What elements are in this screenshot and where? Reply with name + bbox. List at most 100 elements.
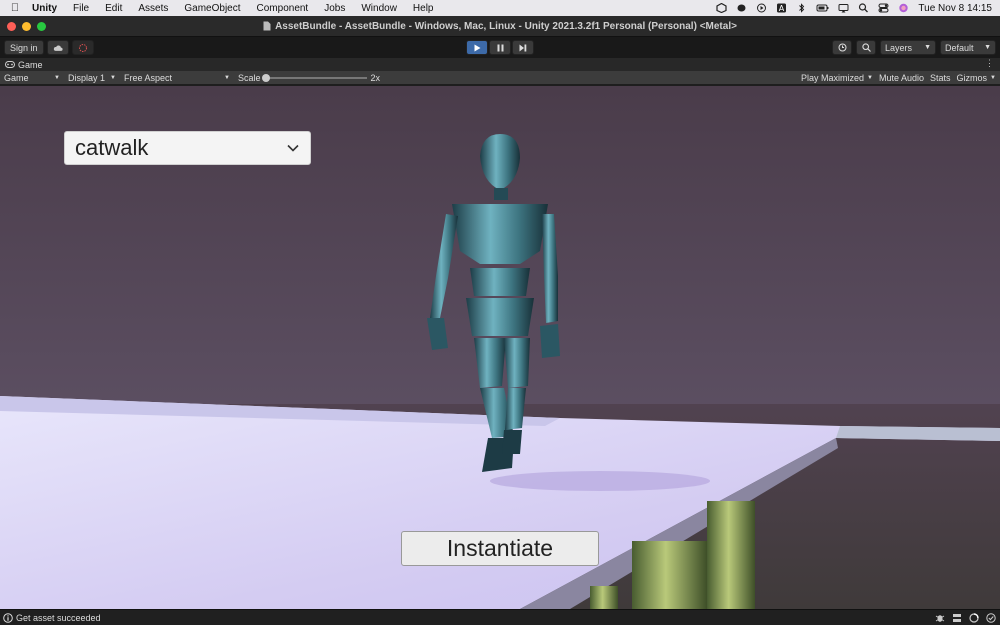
window-title-bar: AssetBundle - AssetBundle - Windows, Mac… (0, 16, 1000, 37)
menu-window[interactable]: Window (353, 3, 405, 14)
step-icon (519, 44, 527, 51)
pillar (590, 586, 618, 609)
caret-down-icon: ▼ (924, 44, 931, 51)
sign-in-button[interactable]: Sign in (4, 40, 44, 55)
collab-button[interactable] (71, 40, 94, 55)
play-button[interactable] (466, 40, 488, 55)
history-icon (838, 43, 846, 52)
more-options-icon[interactable]: ⋮ (985, 58, 994, 69)
layout-dropdown[interactable]: Default ▼ (940, 40, 996, 55)
aspect-label: Free Aspect (124, 72, 173, 83)
status-message[interactable]: Get asset succeeded (16, 613, 101, 623)
scale-slider-thumb[interactable] (261, 73, 270, 82)
menu-gameobject[interactable]: GameObject (176, 3, 248, 14)
progress-icon[interactable] (969, 612, 979, 623)
pause-button[interactable] (489, 40, 511, 55)
menu-component[interactable]: Component (249, 3, 317, 14)
tab-game[interactable]: Game (5, 60, 43, 70)
window-title-wrap: AssetBundle - AssetBundle - Windows, Mac… (263, 21, 737, 32)
scale-label: Scale (238, 72, 261, 83)
control-center-icon[interactable] (878, 3, 889, 13)
animation-dropdown[interactable]: catwalk (64, 131, 311, 165)
scale-slider[interactable] (261, 73, 367, 82)
scale-control: Scale 2x (234, 73, 380, 83)
scale-value: 2x (370, 72, 381, 83)
display-dropdown[interactable]: Display 1 ▼ (64, 71, 120, 85)
window-title: AssetBundle - AssetBundle - Windows, Mac… (275, 20, 737, 32)
chevron-down-icon (287, 144, 299, 152)
play-icon (474, 44, 480, 51)
view-type-label: Game (4, 72, 29, 83)
check-circle-icon[interactable] (986, 612, 996, 623)
apple-icon[interactable]:  (0, 2, 30, 14)
close-window-button[interactable] (7, 22, 16, 31)
info-icon (3, 612, 13, 623)
toolbar-right: Layers ▼ Default ▼ (832, 40, 996, 55)
cloud-button[interactable] (46, 40, 69, 55)
pause-icon (497, 44, 503, 51)
svg-text:A: A (779, 4, 785, 13)
menu-assets[interactable]: Assets (130, 3, 176, 14)
text-input-icon[interactable]: A (776, 3, 787, 13)
game-view-controls: Game ▼ Display 1 ▼ Free Aspect ▼ Scale 2… (0, 71, 1000, 85)
stats-toggle[interactable]: Stats (930, 73, 951, 83)
siri-icon[interactable] (898, 3, 909, 13)
search-button[interactable] (856, 40, 876, 55)
instantiate-button[interactable]: Instantiate (401, 531, 599, 566)
menu-app-unity[interactable]: Unity (30, 3, 65, 14)
caret-down-icon: ▼ (54, 74, 60, 81)
game-view-toggles: Play Maximized ▼ Mute Audio Stats Gizmos… (801, 73, 1000, 83)
mute-audio-toggle[interactable]: Mute Audio (879, 73, 924, 83)
gizmos-dropdown[interactable]: Gizmos ▼ (957, 73, 996, 83)
status-bar: Get asset succeeded (0, 609, 1000, 625)
menu-jobs[interactable]: Jobs (316, 3, 353, 14)
view-type-dropdown[interactable]: Game ▼ (0, 71, 64, 85)
menu-clock[interactable]: Tue Nov 8 14:15 (918, 3, 992, 14)
status-icons (935, 612, 1000, 623)
layers-dropdown[interactable]: Layers ▼ (880, 40, 936, 55)
search-icon (861, 43, 871, 52)
bug-icon[interactable] (935, 613, 945, 623)
pillar (632, 541, 707, 609)
menu-status-area: A Tue Nov 8 14:15 (716, 3, 1000, 14)
layout-label: Default (945, 42, 974, 53)
menu-edit[interactable]: Edit (97, 3, 130, 14)
elephant-icon[interactable] (736, 3, 747, 13)
layers-label: Layers (885, 42, 913, 53)
zoom-window-button[interactable] (37, 22, 46, 31)
screen-mirroring-icon[interactable] (838, 3, 849, 13)
window-controls (7, 22, 46, 31)
aspect-dropdown[interactable]: Free Aspect ▼ (120, 71, 234, 85)
gamepad-icon (5, 61, 15, 68)
collab-icon (78, 43, 87, 52)
menu-help[interactable]: Help (405, 3, 442, 14)
menu-file[interactable]: File (65, 3, 97, 14)
caret-down-icon: ▼ (990, 74, 996, 81)
cloud-icon (53, 45, 63, 51)
robot-shadow (490, 471, 710, 491)
game-viewport[interactable]: catwalk Instantiate (0, 86, 1000, 609)
animation-dropdown-value: catwalk (75, 135, 149, 160)
caret-down-icon: ▼ (984, 44, 991, 51)
minimize-window-button[interactable] (22, 22, 31, 31)
caret-down-icon: ▼ (110, 74, 116, 81)
undo-history-button[interactable] (832, 40, 852, 55)
step-button[interactable] (512, 40, 534, 55)
unity-status-icon[interactable] (716, 3, 728, 13)
spotlight-search-icon[interactable] (858, 3, 869, 13)
play-controls (466, 40, 534, 55)
cache-server-icon[interactable] (952, 613, 962, 623)
media-play-icon[interactable] (756, 3, 767, 13)
display-label: Display 1 (68, 72, 106, 83)
play-maximized-dropdown[interactable]: Play Maximized ▼ (801, 73, 873, 83)
play-maximized-label: Play Maximized (801, 72, 865, 83)
caret-down-icon: ▼ (867, 74, 873, 81)
bluetooth-icon[interactable] (796, 3, 807, 13)
battery-icon[interactable] (816, 3, 829, 13)
pillar (707, 501, 755, 609)
unity-toolbar: Sign in Layers ▼ Default ▼ (0, 37, 1000, 58)
caret-down-icon: ▼ (224, 74, 230, 81)
tab-game-label: Game (18, 59, 43, 70)
document-icon (263, 21, 271, 31)
gizmos-label: Gizmos (956, 72, 988, 83)
